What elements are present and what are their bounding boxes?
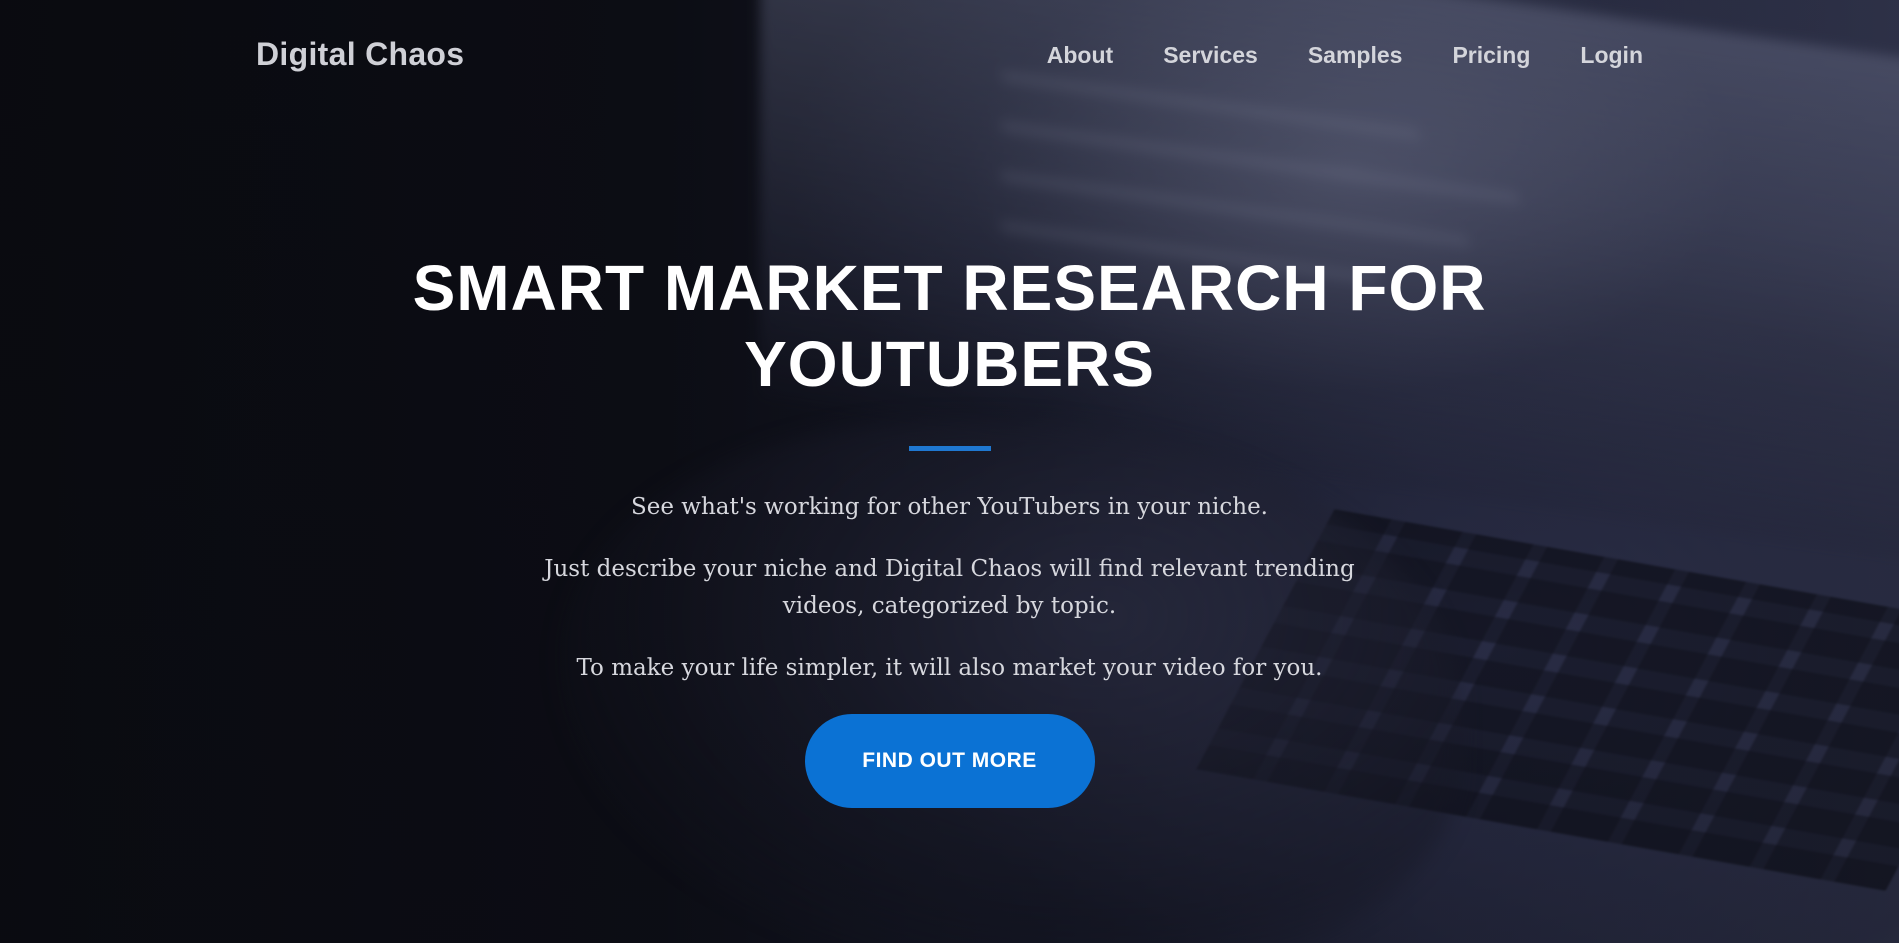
nav-link-login[interactable]: Login (1580, 42, 1643, 69)
hero-headline: SMART MARKET RESEARCH FOR YOUTUBERS (412, 252, 1487, 400)
nav-link-services[interactable]: Services (1163, 42, 1258, 69)
nav-link-samples[interactable]: Samples (1308, 42, 1403, 69)
nav-link-pricing[interactable]: Pricing (1452, 42, 1530, 69)
nav-links: About Services Samples Pricing Login (1047, 42, 1643, 69)
hero-paragraph-3: To make your life simpler, it will also … (576, 655, 1323, 681)
hero-section: Digital Chaos About Services Samples Pri… (0, 0, 1899, 943)
nav-link-about[interactable]: About (1047, 42, 1113, 69)
hero-paragraph-2: Just describe your niche and Digital Cha… (544, 556, 1355, 619)
hero-paragraph-1: See what's working for other YouTubers i… (630, 494, 1268, 520)
top-navbar: Digital Chaos About Services Samples Pri… (0, 0, 1899, 115)
find-out-more-button[interactable]: FIND OUT MORE (804, 714, 1095, 808)
hero-content: SMART MARKET RESEARCH FOR YOUTUBERS See … (0, 250, 1899, 808)
headline-divider (908, 446, 991, 451)
brand-logo-link[interactable]: Digital Chaos (256, 36, 464, 73)
